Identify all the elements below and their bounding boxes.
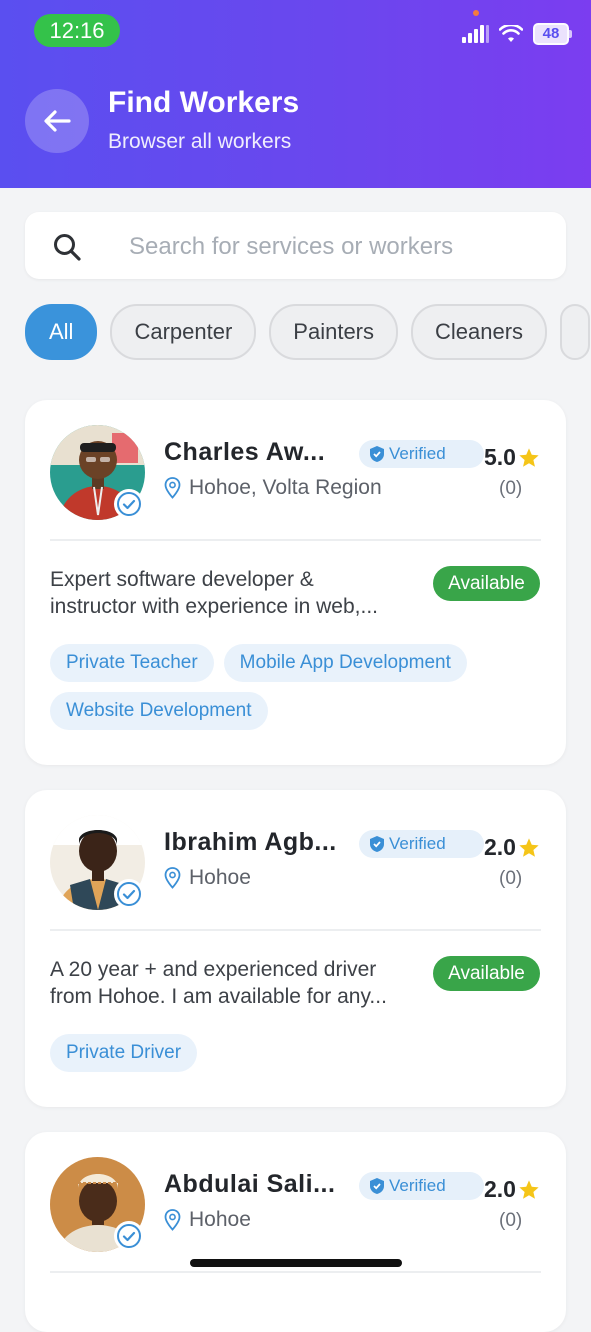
rating-value: 2.0: [484, 834, 516, 860]
star-icon: [519, 447, 539, 467]
divider: [50, 539, 541, 541]
privacy-indicator: [473, 10, 479, 16]
battery-indicator: 48: [533, 23, 572, 45]
verified-label: Verified: [389, 1176, 446, 1195]
star-icon: [519, 1179, 539, 1199]
availability-badge: Available: [433, 566, 540, 601]
map-pin-icon: [164, 867, 181, 889]
description-line: Expert software developer &: [50, 568, 314, 591]
map-pin-icon: [164, 1209, 181, 1231]
description-line: from Hohoe. I am available for any...: [50, 985, 387, 1008]
verified-badge: Verified: [359, 1172, 484, 1200]
worker-description: Expert software developer & instructor w…: [50, 566, 425, 620]
back-button[interactable]: [25, 89, 89, 153]
rating-value: 5.0: [484, 444, 516, 470]
location: Hohoe: [164, 866, 251, 890]
shield-check-icon: [370, 1178, 384, 1194]
location: Hohoe: [164, 1208, 251, 1232]
verified-avatar-icon: [114, 489, 144, 519]
star-icon: [519, 837, 539, 857]
skill-tag[interactable]: Website Development: [50, 692, 268, 730]
status-icons: 48: [462, 22, 572, 46]
availability-badge: Available: [433, 956, 540, 991]
review-count: (0): [499, 478, 523, 499]
chip-painters[interactable]: Painters: [269, 304, 399, 360]
chip-cleaners[interactable]: Cleaners: [411, 304, 548, 360]
divider: [50, 1271, 541, 1273]
status-time: 12:16: [34, 14, 120, 47]
worker-card[interactable]: Charles Aw... Verified 5.0 (0) Hohoe, Vo…: [25, 400, 566, 765]
chip-carpenter[interactable]: Carpenter: [110, 304, 257, 360]
rating: 2.0: [484, 1176, 540, 1203]
rating: 2.0: [484, 834, 540, 861]
location: Hohoe, Volta Region: [164, 476, 382, 500]
description-line: A 20 year + and experienced driver: [50, 958, 377, 981]
divider: [50, 929, 541, 931]
app-header: 12:16 48 Find Workers Browser all worker…: [0, 0, 591, 188]
map-pin-icon: [164, 477, 181, 499]
category-filter: All Carpenter Painters Cleaners: [25, 304, 591, 360]
worker-card[interactable]: Abdulai Sali... Verified 2.0 (0) Hohoe: [25, 1132, 566, 1332]
verified-badge: Verified: [359, 830, 484, 858]
worker-name: Charles Aw...: [164, 438, 326, 466]
location-text: Hohoe: [189, 1208, 251, 1231]
verified-avatar-icon: [114, 879, 144, 909]
shield-check-icon: [370, 836, 384, 852]
skill-tags: Private Driver: [50, 1034, 541, 1072]
home-indicator[interactable]: [190, 1259, 402, 1267]
wifi-icon: [499, 25, 523, 42]
rating-value: 2.0: [484, 1176, 516, 1202]
rating: 5.0: [484, 444, 540, 471]
page-subtitle: Browser all workers: [108, 130, 292, 153]
search-bar[interactable]: [25, 212, 566, 279]
arrow-left-icon: [44, 110, 71, 132]
worker-name: Ibrahim Agb...: [164, 828, 337, 856]
search-icon: [54, 234, 81, 261]
location-text: Hohoe: [189, 866, 251, 889]
worker-name: Abdulai Sali...: [164, 1170, 336, 1198]
worker-description: A 20 year + and experienced driver from …: [50, 956, 425, 1010]
shield-check-icon: [370, 446, 384, 462]
verified-label: Verified: [389, 834, 446, 853]
review-count: (0): [499, 1210, 523, 1231]
skill-tag[interactable]: Mobile App Development: [223, 644, 467, 682]
verified-badge: Verified: [359, 440, 484, 468]
skill-tag[interactable]: Private Driver: [50, 1034, 198, 1072]
signal-icon: [462, 25, 489, 43]
chip-all[interactable]: All: [25, 304, 98, 360]
chip-more[interactable]: [560, 304, 591, 360]
skill-tags: Private Teacher Mobile App Development W…: [50, 644, 541, 730]
page-title: Find Workers: [108, 86, 300, 119]
description-line: instructor with experience in web,...: [50, 595, 378, 618]
search-input[interactable]: [127, 228, 551, 266]
verified-label: Verified: [389, 444, 446, 463]
location-text: Hohoe, Volta Region: [189, 476, 382, 499]
verified-avatar-icon: [114, 1221, 144, 1251]
review-count: (0): [499, 868, 523, 889]
worker-card[interactable]: Ibrahim Agb... Verified 2.0 (0) Hohoe A …: [25, 790, 566, 1107]
skill-tag[interactable]: Private Teacher: [50, 644, 214, 682]
